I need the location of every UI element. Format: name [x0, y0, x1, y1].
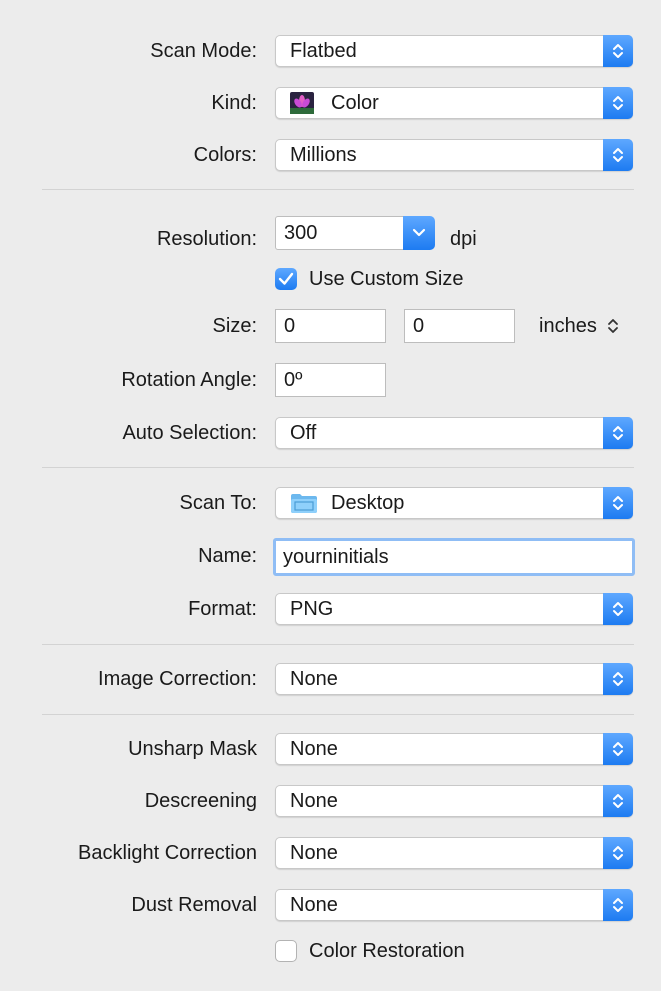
rotation-angle-label: Rotation Angle: [121, 369, 257, 391]
use-custom-size-label: Use Custom Size [309, 268, 464, 290]
updown-chevron-icon [603, 889, 633, 921]
size-unit-value: inches [539, 315, 597, 337]
updown-chevron-icon [603, 487, 633, 519]
chevron-down-icon[interactable] [403, 216, 435, 250]
folder-icon [290, 492, 317, 514]
size-width-value: 0 [284, 315, 296, 337]
format-popup[interactable]: PNG [275, 593, 633, 625]
auto-selection-popup[interactable]: Off [275, 417, 633, 449]
color-restoration-label: Color Restoration [309, 940, 465, 962]
unsharp-mask-label: Unsharp Mask [128, 738, 257, 760]
dust-removal-popup[interactable]: None [275, 889, 633, 921]
backlight-correction-popup[interactable]: None [275, 837, 633, 869]
separator [42, 644, 634, 645]
scan-to-label: Scan To: [179, 492, 257, 514]
image-correction-label: Image Correction: [98, 668, 257, 690]
size-label: Size: [212, 315, 257, 337]
size-unit-popup[interactable]: inches [539, 314, 620, 338]
colors-label: Colors: [193, 144, 257, 166]
descreening-label: Descreening [144, 790, 257, 812]
resolution-label: Resolution: [156, 228, 257, 250]
updown-chevron-icon [608, 319, 619, 333]
descreening-popup[interactable]: None [275, 785, 633, 817]
updown-chevron-icon [603, 417, 633, 449]
backlight-correction-label: Backlight Correction [78, 842, 257, 864]
resolution-combobox[interactable]: 300 [275, 216, 435, 250]
scan-mode-label: Scan Mode: [150, 40, 257, 62]
separator [42, 189, 634, 190]
updown-chevron-icon [603, 593, 633, 625]
name-field[interactable]: yourninitials [273, 538, 635, 576]
scan-mode-value: Flatbed [290, 40, 357, 62]
unsharp-mask-popup[interactable]: None [275, 733, 633, 765]
scan-mode-popup[interactable]: Flatbed [275, 35, 633, 67]
updown-chevron-icon [603, 785, 633, 817]
image-correction-value: None [290, 668, 338, 690]
kind-label: Kind: [211, 92, 257, 114]
format-label: Format: [188, 598, 257, 620]
scan-to-popup[interactable]: Desktop [275, 487, 633, 519]
dust-removal-label: Dust Removal [131, 894, 257, 916]
size-width-field[interactable]: 0 [275, 309, 386, 343]
name-value: yourninitials [283, 546, 389, 568]
resolution-value: 300 [284, 222, 318, 244]
updown-chevron-icon [603, 837, 633, 869]
rotation-angle-field[interactable]: 0º [275, 363, 386, 397]
backlight-correction-value: None [290, 842, 338, 864]
separator [42, 714, 634, 715]
name-label: Name: [198, 545, 257, 567]
colors-value: Millions [290, 144, 357, 166]
use-custom-size-checkbox[interactable] [275, 268, 297, 290]
updown-chevron-icon [603, 139, 633, 171]
separator [42, 467, 634, 468]
scan-to-value: Desktop [331, 492, 405, 514]
checkmark-icon [278, 272, 294, 285]
kind-value: Color [331, 92, 379, 114]
format-value: PNG [290, 598, 334, 620]
color-restoration-checkbox[interactable] [275, 940, 297, 962]
flower-color-icon [290, 92, 314, 114]
updown-chevron-icon [603, 87, 633, 119]
size-height-field[interactable]: 0 [404, 309, 515, 343]
dust-removal-value: None [290, 894, 338, 916]
colors-popup[interactable]: Millions [275, 139, 633, 171]
size-height-value: 0 [413, 315, 425, 337]
updown-chevron-icon [603, 733, 633, 765]
unsharp-mask-value: None [290, 738, 338, 760]
image-correction-popup[interactable]: None [275, 663, 633, 695]
auto-selection-value: Off [290, 422, 317, 444]
descreening-value: None [290, 790, 338, 812]
resolution-unit: dpi [450, 228, 477, 250]
rotation-angle-value: 0º [284, 369, 303, 391]
auto-selection-label: Auto Selection: [122, 422, 257, 444]
kind-popup[interactable]: Color [275, 87, 633, 119]
updown-chevron-icon [603, 663, 633, 695]
updown-chevron-icon [603, 35, 633, 67]
